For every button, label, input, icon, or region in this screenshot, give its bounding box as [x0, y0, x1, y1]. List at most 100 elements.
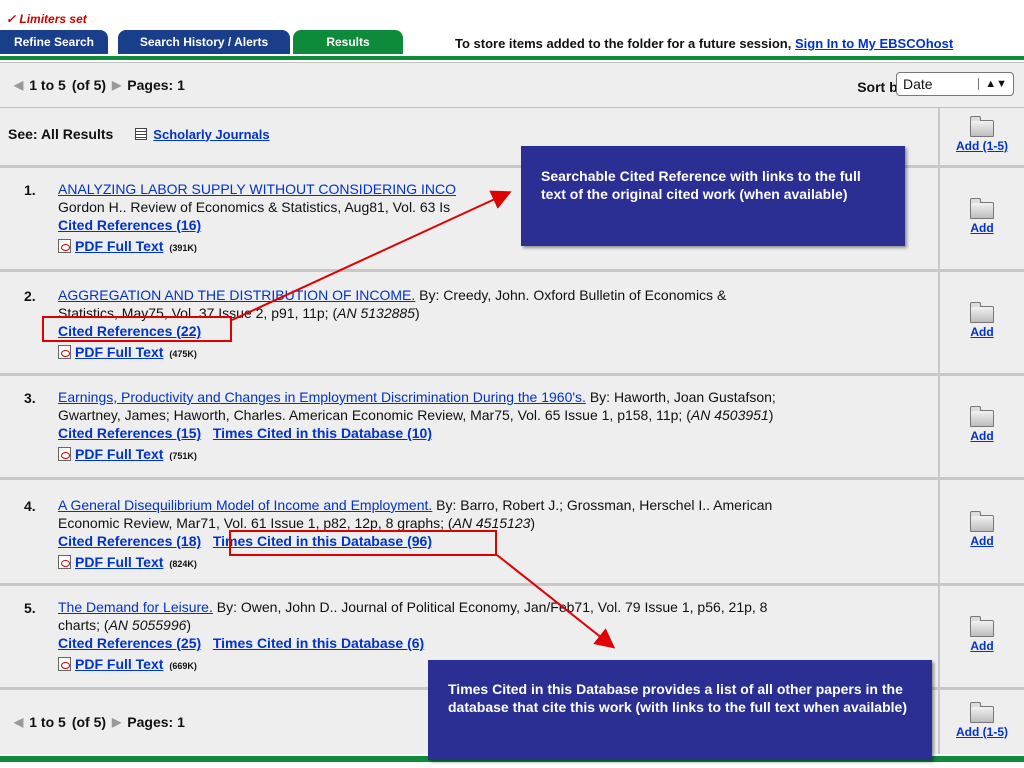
add-all-column: Add (1-5) — [938, 690, 1024, 754]
result-title-link[interactable]: ANALYZING LABOR SUPPLY WITHOUT CONSIDERI… — [58, 181, 456, 197]
add-all-link[interactable]: Add (1-5) — [956, 725, 1008, 739]
citation-close: ) — [530, 515, 536, 531]
result-row-3: 3. Earnings, Productivity and Changes in… — [0, 376, 1024, 480]
scholarly-journals-link[interactable]: Scholarly Journals — [153, 127, 269, 142]
add-link[interactable]: Add — [970, 429, 993, 443]
next-icon[interactable]: ▶ — [112, 78, 121, 92]
result-citation: Gwartney, James; Haworth, Charles. Ameri… — [58, 407, 691, 423]
result-range: 1 to 5 — [29, 77, 66, 93]
pages-label: Pages: 1 — [127, 77, 185, 93]
add-link[interactable]: Add — [970, 325, 993, 339]
result-title-link[interactable]: A General Disequilibrium Model of Income… — [58, 497, 432, 513]
cited-references-link[interactable]: Cited References (18) — [58, 533, 201, 549]
result-title-link[interactable]: Earnings, Productivity and Changes in Em… — [58, 389, 586, 405]
accession-number: AN 4503951 — [690, 407, 769, 423]
up-down-arrows-icon: ▲▼ — [978, 78, 1007, 90]
result-number: 3. — [24, 390, 36, 406]
tab-search-history[interactable]: Search History / Alerts — [118, 30, 290, 54]
folder-icon[interactable] — [970, 616, 994, 637]
folder-icon[interactable] — [970, 302, 994, 323]
folder-icon[interactable] — [970, 701, 994, 723]
callout-cited-reference: Searchable Cited Reference with links to… — [521, 146, 905, 246]
pdf-full-text-link[interactable]: PDF Full Text — [75, 554, 163, 570]
accession-number: AN 5132885 — [337, 305, 415, 321]
tab-results[interactable]: Results — [293, 30, 403, 54]
sign-in-link[interactable]: Sign In to My EBSCOhost — [795, 36, 953, 51]
pdf-full-text-link[interactable]: PDF Full Text — [75, 656, 163, 672]
add-all-column: Add (1-5) — [938, 108, 1024, 165]
result-number: 1. — [24, 182, 36, 198]
store-message: To store items added to the folder for a… — [455, 36, 953, 51]
see-all: See: All Results Scholarly Journals — [8, 126, 270, 142]
result-content: Earnings, Productivity and Changes in Em… — [58, 388, 924, 465]
pdf-icon — [58, 657, 71, 671]
folder-icon[interactable] — [970, 116, 994, 137]
times-cited-link[interactable]: Times Cited in this Database (6) — [213, 635, 424, 651]
pages-label: Pages: 1 — [127, 714, 185, 730]
pdf-full-text-link[interactable]: PDF Full Text — [75, 446, 163, 462]
pdf-full-text-link[interactable]: PDF Full Text — [75, 344, 163, 360]
prev-icon[interactable]: ◀ — [14, 78, 23, 92]
store-message-text: To store items added to the folder for a… — [455, 36, 792, 51]
pdf-full-text-link[interactable]: PDF Full Text — [75, 238, 163, 254]
highlight-times-cited — [229, 530, 497, 556]
result-row-4: 4. A General Disequilibrium Model of Inc… — [0, 480, 1024, 586]
folder-icon[interactable] — [970, 406, 994, 427]
result-title-link[interactable]: The Demand for Leisure. — [58, 599, 213, 615]
cited-references-link[interactable]: Cited References (16) — [58, 217, 201, 233]
callout-times-cited: Times Cited in this Database provides a … — [428, 660, 932, 760]
add-column: Add — [938, 376, 1024, 477]
next-icon[interactable]: ▶ — [112, 715, 121, 729]
pdf-icon — [58, 447, 71, 461]
result-authors: By: Creedy, John. Oxford Bulletin of Eco… — [415, 287, 727, 303]
add-link[interactable]: Add — [970, 221, 993, 235]
add-link[interactable]: Add — [970, 639, 993, 653]
citation-close: ) — [186, 617, 192, 633]
result-authors: By: Barro, Robert J.; Grossman, Herschel… — [432, 497, 773, 513]
highlight-cited-references — [42, 316, 232, 342]
file-size: (391K) — [169, 243, 197, 253]
pdf-icon — [58, 555, 71, 569]
limiters-set-label[interactable]: ✓ Limiters set — [6, 12, 87, 26]
add-column: Add — [938, 586, 1024, 687]
sort-select[interactable]: Date ▲▼ — [896, 72, 1014, 96]
result-citation: charts; ( — [58, 617, 109, 633]
result-total: (of 5) — [71, 77, 107, 93]
prev-icon[interactable]: ◀ — [14, 715, 23, 729]
pdf-icon — [58, 239, 71, 253]
pagination-bottom: ◀ 1 to 5 (of 5) ▶ Pages: 1 — [14, 714, 185, 730]
tab-underline — [0, 56, 1024, 60]
add-link[interactable]: Add — [970, 534, 993, 548]
file-size: (751K) — [169, 451, 197, 461]
result-authors: By: Haworth, Joan Gustafson; — [585, 389, 776, 405]
add-column: Add — [938, 168, 1024, 269]
times-cited-link[interactable]: Times Cited in this Database (10) — [213, 425, 432, 441]
folder-icon[interactable] — [970, 511, 994, 532]
result-total: (of 5) — [71, 714, 107, 730]
callout-cited-reference-text: Searchable Cited Reference with links to… — [541, 168, 861, 202]
folder-icon[interactable] — [970, 198, 994, 219]
add-all-link[interactable]: Add (1-5) — [956, 139, 1008, 153]
result-number: 4. — [24, 498, 36, 514]
result-authors: By: Owen, John D.. Journal of Political … — [212, 599, 768, 615]
add-column: Add — [938, 480, 1024, 583]
sort-value: Date — [903, 76, 933, 92]
journal-list-icon — [135, 128, 148, 140]
results-nav-top: ◀ 1 to 5 (of 5) ▶ Pages: 1 Sort by : Dat… — [0, 62, 1024, 108]
cited-references-link[interactable]: Cited References (15) — [58, 425, 201, 441]
citation-close: ) — [768, 407, 774, 423]
cited-references-link[interactable]: Cited References (25) — [58, 635, 201, 651]
callout-times-cited-text: Times Cited in this Database provides a … — [448, 681, 907, 715]
pagination-top: ◀ 1 to 5 (of 5) ▶ Pages: 1 — [14, 77, 185, 93]
citation-close: ) — [414, 305, 420, 321]
result-range: 1 to 5 — [29, 714, 66, 730]
file-size: (824K) — [169, 559, 197, 569]
result-citation: Economic Review, Mar71, Vol. 61 Issue 1,… — [58, 515, 453, 531]
pdf-icon — [58, 345, 71, 359]
add-column: Add — [938, 272, 1024, 373]
result-number: 5. — [24, 600, 36, 616]
see-all-results-label: See: All Results — [8, 126, 114, 142]
accession-number: AN 4515123 — [452, 515, 531, 531]
tab-refine-search[interactable]: Refine Search — [0, 30, 108, 54]
result-title-link[interactable]: AGGREGATION AND THE DISTRIBUTION OF INCO… — [58, 287, 415, 303]
